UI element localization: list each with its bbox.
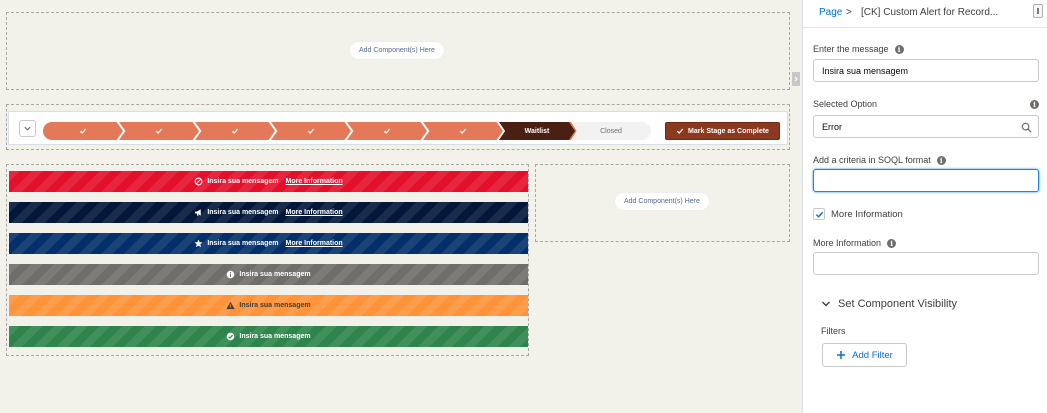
- alert-message: Insira sua mensagem: [239, 333, 311, 340]
- page-canvas: Add Component(s) Here Waitlist Closed Ma…: [0, 0, 802, 413]
- criteria-label-text: Add a criteria in SOQL format: [813, 155, 931, 165]
- message-input-value: Insira sua mensagem: [822, 65, 909, 76]
- message-label-text: Enter the message: [813, 44, 889, 54]
- path-stage-complete[interactable]: [195, 122, 275, 140]
- criteria-input[interactable]: [813, 169, 1039, 192]
- check-icon: [383, 128, 391, 134]
- plus-icon: [837, 351, 846, 359]
- check-icon: [815, 211, 823, 218]
- add-filter-button[interactable]: Add Filter: [822, 343, 907, 367]
- chevron-down-icon: [24, 126, 31, 131]
- panel-collapse-handle[interactable]: [792, 72, 800, 86]
- more-info-checkbox[interactable]: [813, 208, 825, 220]
- path-component[interactable]: Waitlist Closed Mark Stage as Complete: [6, 104, 790, 150]
- side-drop-zone[interactable]: Add Component(s) Here: [535, 164, 790, 242]
- more-info-input[interactable]: [813, 252, 1039, 275]
- option-combobox[interactable]: Error: [813, 115, 1039, 138]
- filters-label: Filters: [821, 326, 846, 336]
- breadcrumb-component-title: [CK] Custom Alert for Record...: [861, 7, 999, 18]
- path-stage-complete[interactable]: [43, 122, 123, 140]
- mark-stage-complete-label: Mark Stage as Complete: [688, 127, 769, 135]
- check-icon: [79, 128, 87, 134]
- info-icon[interactable]: i: [887, 238, 897, 248]
- property-panel: Page > [CK] Custom Alert for Record... E…: [802, 0, 1047, 413]
- megaphone-icon: [194, 208, 203, 217]
- star-icon: [194, 239, 203, 248]
- info-icon: [226, 270, 235, 279]
- info-icon[interactable]: i: [1030, 99, 1039, 109]
- search-icon: [1021, 122, 1032, 133]
- info-icon[interactable]: i: [936, 155, 946, 165]
- check-icon: [231, 128, 239, 134]
- option-label: Selected Option i: [813, 99, 1039, 109]
- check-circle-icon: [226, 332, 235, 341]
- path-stage-complete[interactable]: [423, 122, 503, 140]
- alert-banner-warning: Insira sua mensagem: [9, 295, 528, 316]
- alert-banner-info: Insira sua mensagem: [9, 264, 528, 285]
- chevron-right-icon: [794, 76, 798, 82]
- alert-message: Insira sua mensagem: [239, 271, 311, 278]
- panel-header: Page > [CK] Custom Alert for Record...: [803, 0, 1047, 28]
- alert-more-information-link[interactable]: More Information: [286, 178, 343, 185]
- option-combobox-value: Error: [822, 121, 842, 132]
- alert-message: Insira sua mensagem: [207, 178, 279, 185]
- check-icon: [307, 128, 315, 134]
- more-info-checkbox-label: More Information: [831, 208, 903, 220]
- alert-banner-featured: Insira sua mensagem More Information: [9, 233, 528, 254]
- mark-stage-complete-button[interactable]: Mark Stage as Complete: [665, 122, 780, 140]
- info-icon[interactable]: i: [894, 44, 904, 54]
- more-info-label-text: More Information: [813, 238, 882, 248]
- alert-banner-error: Insira sua mensagem More Information: [9, 171, 528, 192]
- alert-banner-success: Insira sua mensagem: [9, 326, 528, 347]
- alert-message: Insira sua mensagem: [207, 240, 279, 247]
- path-expand-toggle[interactable]: [19, 120, 36, 137]
- top-drop-zone[interactable]: Add Component(s) Here: [6, 12, 790, 90]
- alerts-drop-zone[interactable]: Insira sua mensagem More Information Insir…: [6, 164, 529, 356]
- breadcrumb-page-link[interactable]: Page: [819, 7, 842, 18]
- alert-more-information-link[interactable]: More Information: [286, 240, 343, 247]
- path-stage-complete[interactable]: [271, 122, 351, 140]
- path-stage-current[interactable]: Waitlist: [499, 122, 575, 140]
- add-component-pill[interactable]: Add Component(s) Here: [615, 193, 709, 210]
- check-icon: [155, 128, 163, 134]
- more-info-label: More Information i: [813, 238, 897, 248]
- check-icon: [676, 128, 684, 134]
- add-filter-label: Add Filter: [852, 349, 893, 361]
- message-label: Enter the message i: [813, 44, 904, 54]
- breadcrumb-separator: >: [846, 7, 852, 18]
- option-label-text: Selected Option: [813, 99, 878, 109]
- criteria-label: Add a criteria in SOQL format i: [813, 155, 946, 165]
- more-info-checkbox-row[interactable]: More Information: [813, 208, 903, 220]
- warning-icon: [226, 301, 236, 310]
- path-bar: Waitlist Closed Mark Stage as Complete: [8, 111, 788, 145]
- message-input[interactable]: Insira sua mensagem: [813, 59, 1039, 82]
- path-stage-complete[interactable]: [347, 122, 427, 140]
- visibility-section-title: Set Component Visibility: [838, 298, 958, 310]
- visibility-section-toggle[interactable]: Set Component Visibility: [821, 298, 957, 310]
- path-stage-complete[interactable]: [119, 122, 199, 140]
- path-stage-next[interactable]: Closed: [571, 122, 651, 140]
- check-icon: [459, 128, 467, 134]
- alert-message: Insira sua mensagem: [207, 209, 279, 216]
- alert-banner-announcement: Insira sua mensagem More Information: [9, 202, 528, 223]
- alert-more-information-link[interactable]: More Information: [286, 209, 343, 216]
- add-component-pill[interactable]: Add Component(s) Here: [350, 42, 444, 59]
- alert-message: Insira sua mensagem: [239, 302, 311, 309]
- chevron-down-icon: [822, 301, 830, 307]
- ban-icon: [194, 177, 203, 186]
- panel-scrollbar[interactable]: [1033, 4, 1043, 18]
